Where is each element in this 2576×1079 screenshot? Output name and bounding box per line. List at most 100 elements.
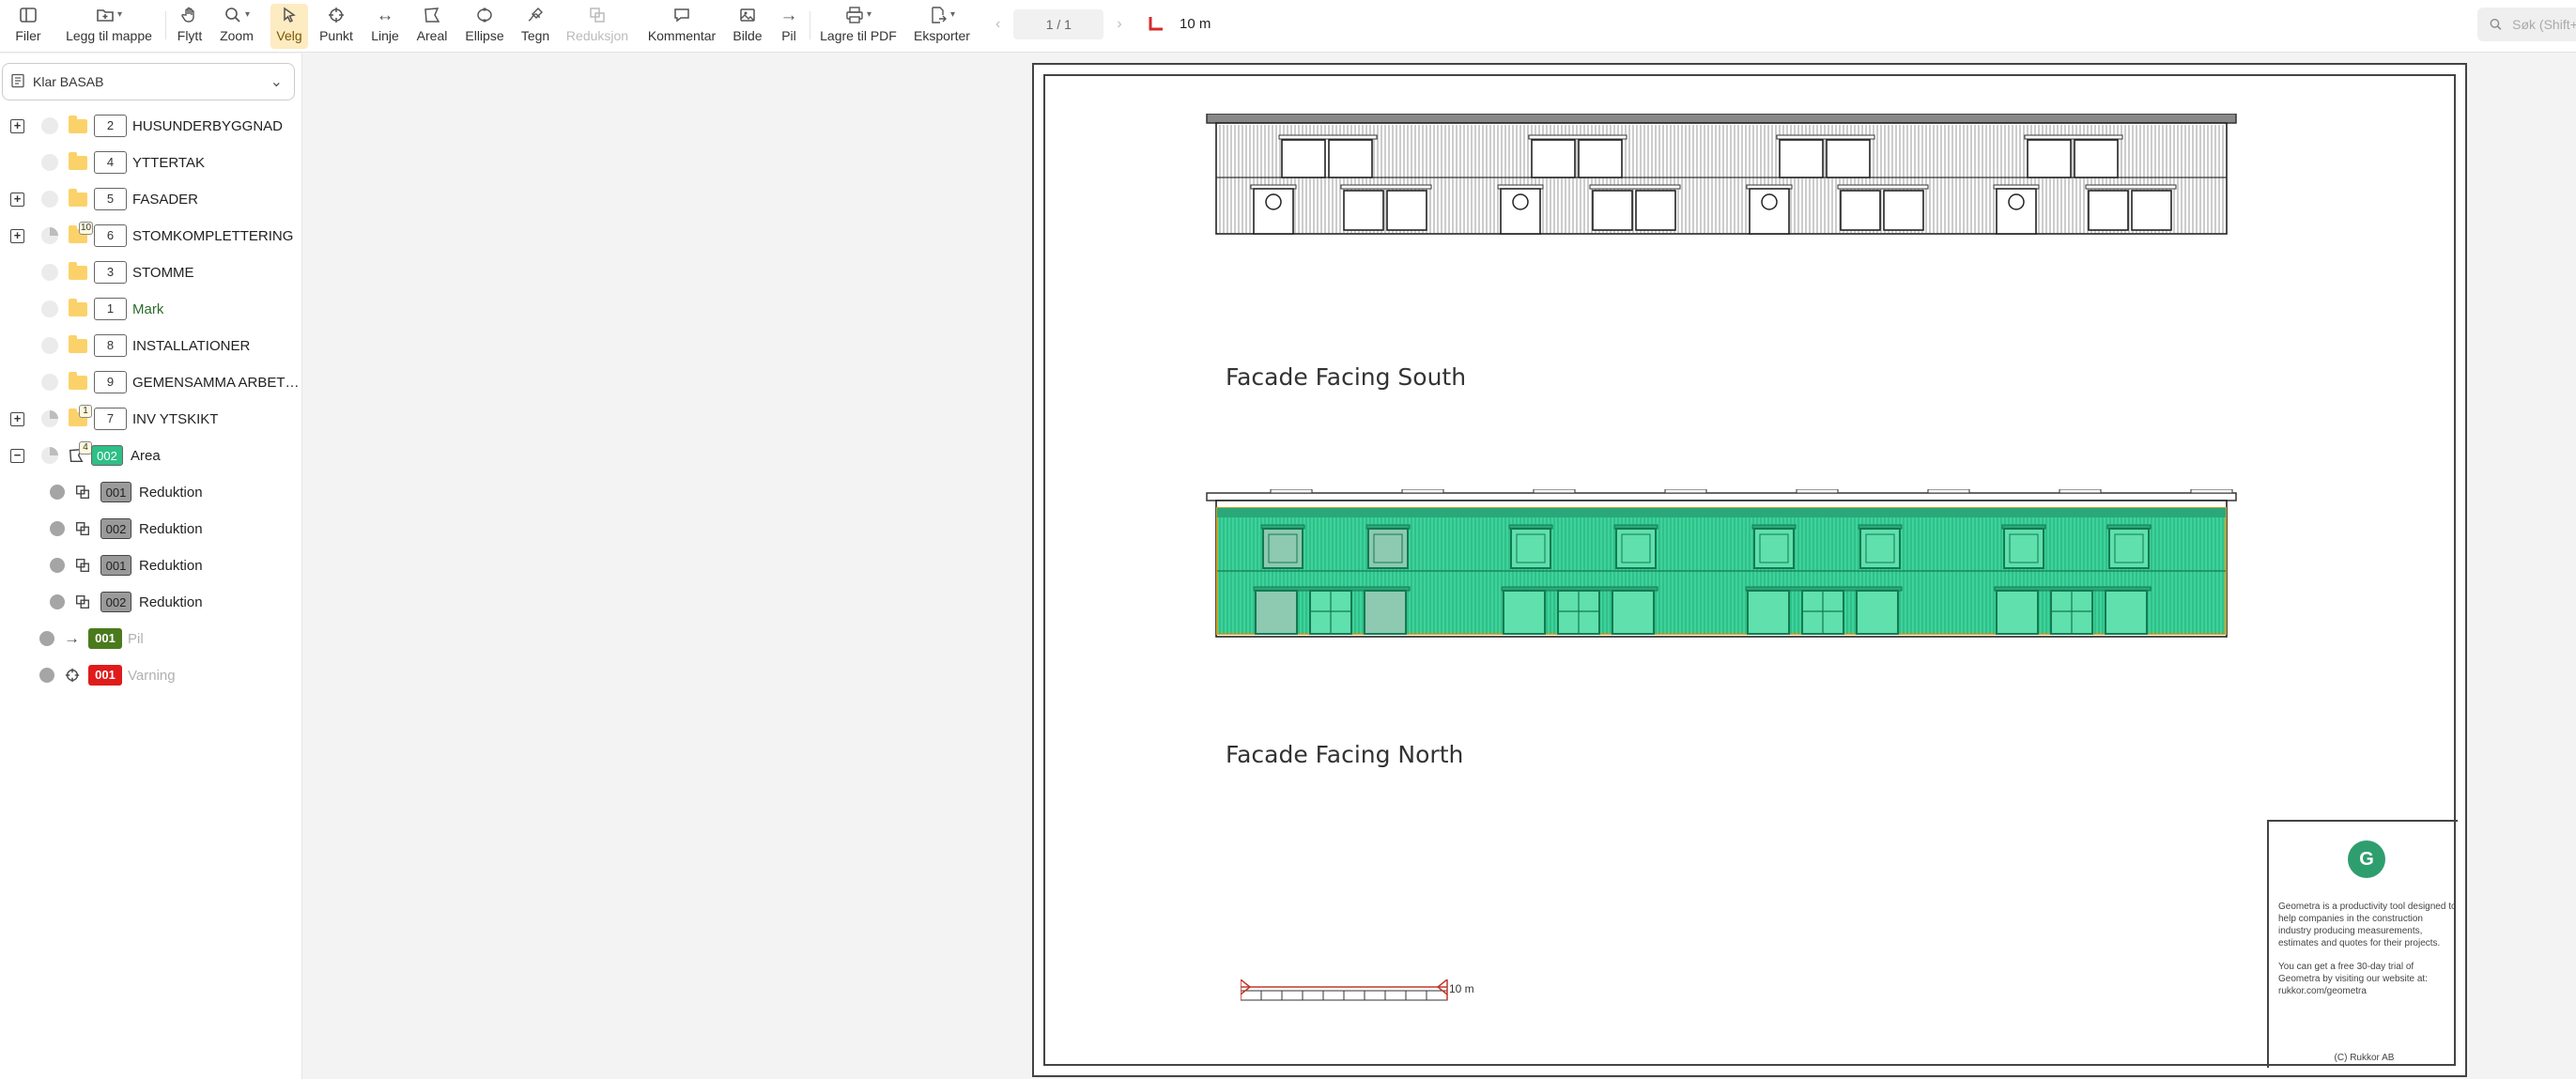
arrow-tool-button[interactable]: → Pil (776, 4, 802, 49)
title-block-copyright: (C) Rukkor AB (2334, 1053, 2395, 1063)
tree-folder-mark[interactable]: 1 Mark (0, 295, 302, 323)
tree-item-area[interactable]: − 4 002 Area (0, 441, 302, 470)
export-icon: ▾ (929, 4, 955, 26)
item-count-badge: 10 (79, 222, 94, 235)
tree-item-label: Area (131, 447, 161, 464)
tree-item-warning[interactable]: 001 Varning (0, 661, 302, 689)
visibility-toggle[interactable] (41, 337, 58, 354)
roof-vent (1270, 489, 1313, 494)
folder-icon (69, 115, 87, 133)
visibility-toggle[interactable] (41, 447, 58, 464)
tree-item-arrow[interactable]: → 001 Pil (0, 624, 302, 653)
window (1578, 139, 1623, 178)
ellipse-tool-button[interactable]: Ellipse (462, 4, 507, 49)
comment-tool-button[interactable]: Kommentar (644, 4, 719, 49)
visibility-toggle[interactable] (41, 301, 58, 317)
tree-item-reduction[interactable]: 002 Reduktion (0, 588, 302, 616)
visibility-toggle[interactable] (39, 668, 54, 683)
files-button[interactable]: Filer (9, 4, 47, 49)
tree-item-reduction[interactable]: 002 Reduktion (0, 515, 302, 543)
next-page-icon[interactable]: › (1117, 16, 1121, 33)
code-badge: 001 (100, 555, 131, 576)
previous-page-icon[interactable]: ‹ (995, 16, 1000, 33)
toolbar-divider (165, 11, 166, 39)
page-number-field[interactable]: 1 / 1 (1013, 9, 1104, 39)
window (1779, 139, 1824, 178)
pen-icon (526, 4, 545, 26)
tree-folder-gemensamma-arbeten[interactable]: 9 GEMENSAMMA ARBETEN (0, 368, 302, 396)
visibility-toggle[interactable] (41, 154, 58, 171)
reduction-icon (588, 4, 607, 26)
draw-tool-button[interactable]: Tegn (518, 4, 552, 49)
visibility-toggle[interactable] (41, 117, 58, 134)
export-button[interactable]: ▾ Eksporter (911, 4, 973, 49)
code-badge: 7 (94, 408, 127, 430)
visibility-toggle[interactable] (39, 631, 54, 646)
tree-folder-inv-ytskikt[interactable]: + 1 7 INV YTSKIKT (0, 405, 302, 433)
code-badge: 001 (100, 482, 131, 502)
search-icon (2490, 19, 2502, 30)
tree-folder-fasader[interactable]: + 5 FASADER (0, 185, 302, 213)
area-tool-button[interactable]: Areal (414, 4, 450, 49)
glazed-panel (2105, 590, 2148, 635)
expand-icon[interactable]: + (10, 228, 24, 243)
search-input[interactable]: Søk (Shift+F) (2477, 8, 2576, 41)
scale-indicator[interactable]: 10 m (1148, 15, 1211, 32)
tree-folder-installationer[interactable]: 8 INSTALLATIONER (0, 331, 302, 360)
expand-icon[interactable]: + (10, 192, 24, 207)
tree-folder-yttertak[interactable]: 4 YTTERTAK (0, 148, 302, 177)
window-head (1589, 184, 1681, 190)
code-badge: 8 (94, 334, 127, 357)
visibility-toggle[interactable] (41, 264, 58, 281)
image-icon (738, 4, 757, 26)
save-pdf-button[interactable]: ▾ Lagre til PDF (817, 4, 900, 49)
tree-folder-stomkomplettering[interactable]: + 10 6 STOMKOMPLETTERING (0, 222, 302, 250)
tree-item-label: HUSUNDERBYGGNAD (132, 117, 284, 134)
tree-item-label: Mark (132, 301, 164, 317)
add-to-folder-button[interactable]: ▾ Legg til mappe (60, 4, 158, 49)
folder-plus-icon: ▾ (96, 4, 122, 26)
reduction-tool-button[interactable]: Reduksjon (563, 4, 631, 49)
visibility-toggle[interactable] (50, 485, 65, 500)
visibility-toggle[interactable] (50, 521, 65, 536)
project-select[interactable]: Klar BASAB ⌄ (2, 63, 295, 100)
tree-folder-husunderbyggnad[interactable]: + 2 HUSUNDERBYGGNAD (0, 112, 302, 140)
tree-folder-stomme[interactable]: 3 STOMME (0, 258, 302, 286)
visibility-toggle[interactable] (41, 191, 58, 208)
visibility-toggle[interactable] (41, 410, 58, 427)
speech-bubble-icon (672, 4, 691, 26)
cursor-icon (280, 4, 299, 26)
window (1635, 190, 1676, 231)
move-button[interactable]: Flytt (173, 4, 207, 49)
scale-bar: 10 m (1241, 979, 1474, 1001)
reduction-icon (74, 557, 91, 574)
ellipse-icon (475, 4, 494, 26)
expand-icon[interactable]: + (10, 411, 24, 426)
collapse-icon[interactable]: − (10, 448, 24, 463)
code-badge: 6 (94, 224, 127, 247)
roof-vent (1401, 489, 1444, 494)
visibility-toggle[interactable] (50, 558, 65, 573)
zoom-button[interactable]: ▾ Zoom (216, 4, 257, 49)
select-tool-button[interactable]: Velg (270, 4, 308, 49)
visibility-toggle[interactable] (50, 594, 65, 609)
code-badge: 5 (94, 188, 127, 210)
visibility-toggle[interactable] (41, 374, 58, 391)
north-facade-drawing (1206, 489, 2237, 638)
item-count-badge: 1 (79, 405, 92, 418)
title-block-trial-note: You can get a free 30-day trial of Geome… (2278, 962, 2428, 996)
expand-icon[interactable]: + (10, 118, 24, 133)
line-tool-button[interactable]: ↔ Linje (368, 4, 402, 49)
visibility-toggle[interactable] (41, 227, 58, 244)
toolbar: Filer ▾ Legg til mappe Flytt ▾ Zoom Velg… (0, 0, 2576, 53)
folder-icon (69, 334, 87, 353)
window (1343, 190, 1384, 231)
glazed-panel (1996, 590, 2039, 635)
tree-item-reduction[interactable]: 001 Reduktion (0, 551, 302, 579)
roof-vent (1533, 489, 1576, 494)
south-facade-title: Facade Facing South (1226, 363, 1467, 391)
tree-item-reduction[interactable]: 001 Reduktion (0, 478, 302, 506)
image-tool-button[interactable]: Bilde (731, 4, 764, 49)
point-tool-button[interactable]: Punkt (317, 4, 355, 49)
drawing-canvas[interactable]: Facade Facing South Facade Facing North … (302, 54, 2576, 1079)
